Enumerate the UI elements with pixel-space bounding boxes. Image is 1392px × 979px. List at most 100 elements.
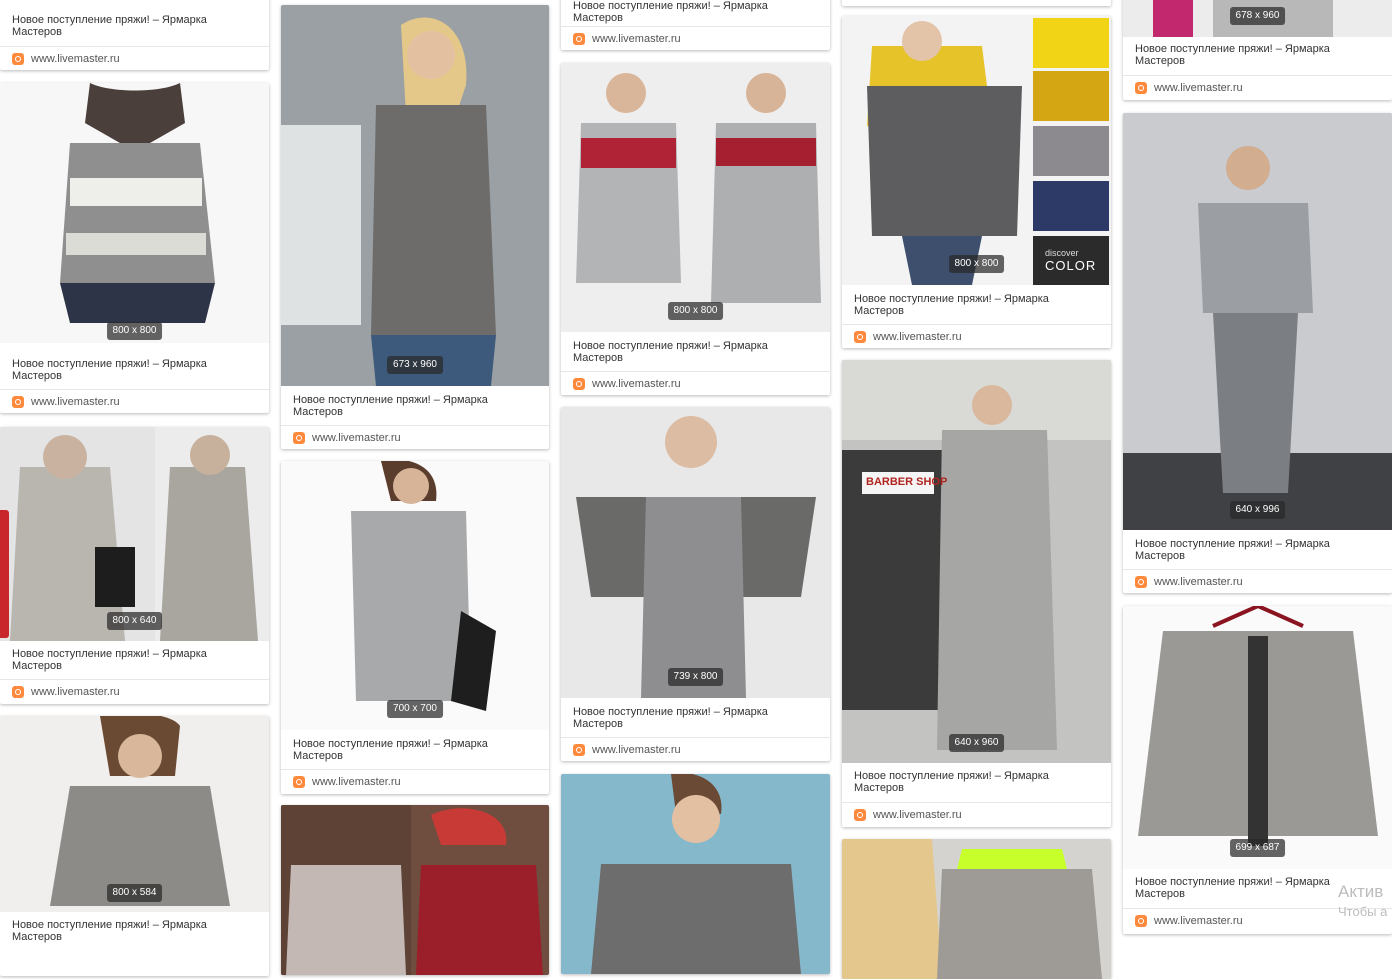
pin-image[interactable]: 640 x 996 [1123, 113, 1392, 530]
pin-title: Новое поступление пряжи! – Ярмарка Масте… [854, 770, 1049, 794]
livemaster-favicon-icon [293, 776, 305, 788]
pin-title: Новое поступление пряжи! – Ярмарка Масте… [12, 919, 207, 943]
feedback-side-tab[interactable] [0, 510, 9, 638]
pin-source[interactable]: www.livemaster.ru [561, 737, 830, 761]
pin-card[interactable]: 673 x 960 Новое поступление пряжи! – Ярм… [281, 5, 549, 449]
sweater-dress-photo [281, 461, 549, 730]
pin-card[interactable]: 800 x 640 Новое поступление пряжи! – Ярм… [0, 427, 269, 704]
pin-card[interactable] [281, 805, 549, 975]
palette-swatch-dark: discover COLOR [1033, 236, 1109, 285]
source-domain: www.livemaster.ru [1154, 915, 1243, 927]
pin-card[interactable]: 800 x 584 Новое поступление пряжи! – Ярм… [0, 716, 269, 976]
windows-activation-watermark: Актив Чтобы а [1338, 882, 1387, 922]
watermark-line2: Чтобы а [1338, 904, 1388, 919]
pin-image[interactable] [281, 805, 549, 975]
source-domain: www.livemaster.ru [31, 396, 120, 408]
long-cardigan-street-photo [842, 360, 1111, 763]
pin-title: Новое поступление пряжи! – Ярмарка Масте… [1135, 538, 1330, 562]
pin-card[interactable] [561, 774, 830, 974]
pin-source[interactable]: www.livemaster.ru [1123, 569, 1392, 593]
pin-card[interactable] [842, 0, 1111, 6]
pin-image[interactable]: BARBER SHOP 640 x 960 [842, 360, 1111, 763]
image-dimensions: 673 x 960 [387, 356, 443, 374]
pin-card[interactable]: Новое поступление пряжи! – Ярмарка Масте… [0, 0, 269, 70]
source-domain: www.livemaster.ru [31, 686, 120, 698]
pin-image[interactable]: 800 x 584 [0, 716, 269, 912]
livemaster-favicon-icon [12, 53, 24, 65]
pin-source[interactable]: www.livemaster.ru [1123, 75, 1392, 100]
cable-sweater-photo [281, 5, 549, 386]
pin-image[interactable]: 678 x 960 [1123, 0, 1392, 37]
off-shoulder-top-photo [1123, 113, 1392, 530]
pin-card[interactable]: 700 x 700 Новое поступление пряжи! – Ярм… [281, 461, 549, 794]
livemaster-favicon-icon [573, 33, 585, 45]
pullover-photo [0, 716, 269, 912]
pin-source[interactable]: www.livemaster.ru [0, 389, 269, 413]
livemaster-favicon-icon [12, 396, 24, 408]
pin-image[interactable] [561, 774, 830, 974]
source-domain: www.livemaster.ru [312, 432, 401, 444]
knit-coat-photo [0, 427, 269, 641]
source-domain: www.livemaster.ru [31, 53, 120, 65]
pin-source[interactable]: www.livemaster.ru [561, 371, 830, 395]
image-dimensions: 800 x 800 [667, 302, 724, 320]
pin-image[interactable]: 800 x 800 [0, 83, 269, 343]
pin-image[interactable] [842, 839, 1111, 979]
pin-title: Новое поступление пряжи! – Ярмарка Масте… [293, 394, 488, 418]
livemaster-favicon-icon [1135, 915, 1147, 927]
pin-card[interactable]: 640 x 996 Новое поступление пряжи! – Ярм… [1123, 113, 1392, 593]
pin-image[interactable]: 700 x 700 [281, 461, 549, 730]
pin-image[interactable]: 800 x 640 [0, 427, 269, 641]
pin-image[interactable]: 673 x 960 [281, 5, 549, 386]
palette-swatch-yellow [1033, 18, 1109, 68]
pin-card[interactable]: 800 x 800 discover COLOR Новое поступлен… [842, 16, 1111, 348]
fairisle-cardigan-photo [561, 63, 830, 332]
image-dimensions: 700 x 700 [387, 700, 443, 718]
livemaster-favicon-icon [573, 744, 585, 756]
image-dimensions: 800 x 800 [106, 322, 163, 340]
pin-card[interactable]: BARBER SHOP 640 x 960 Новое поступление … [842, 360, 1111, 827]
pin-card[interactable]: 800 x 800 Новое поступление пряжи! – Ярм… [561, 63, 830, 395]
pin-title: Новое поступление пряжи! – Ярмарка Масте… [1135, 43, 1330, 67]
livemaster-favicon-icon [854, 331, 866, 343]
oversized-cardigan-photo [561, 774, 830, 974]
source-domain: www.livemaster.ru [873, 809, 962, 821]
pin-image[interactable]: 699 x 687 [1123, 606, 1392, 869]
pin-title: Новое поступление пряжи! – Ярмарка Масте… [12, 358, 207, 382]
source-domain: www.livemaster.ru [592, 378, 681, 390]
livemaster-favicon-icon [1135, 82, 1147, 94]
livemaster-favicon-icon [1135, 576, 1147, 588]
image-dimensions: 640 x 960 [948, 734, 1005, 752]
color-palette: discover COLOR [1031, 16, 1111, 285]
pin-source[interactable]: www.livemaster.ru [561, 26, 830, 50]
pin-image[interactable]: 739 x 800 [561, 407, 830, 698]
pin-title: Новое поступление пряжи! – Ярмарка Масте… [573, 340, 768, 364]
source-domain: www.livemaster.ru [1154, 82, 1243, 94]
pin-source[interactable]: www.livemaster.ru [0, 46, 269, 70]
pin-title: Новое поступление пряжи! – Ярмарка Масте… [12, 14, 207, 38]
barber-shop-sign: BARBER SHOP [866, 476, 948, 488]
sweater-photo [0, 83, 269, 343]
pin-card[interactable]: Новое поступление пряжи! – Ярмарка Масте… [561, 0, 830, 50]
pin-image[interactable]: 800 x 800 [561, 63, 830, 332]
pin-source[interactable]: www.livemaster.ru [842, 324, 1111, 348]
image-dimensions: 678 x 960 [1229, 7, 1286, 25]
image-dimensions: 640 x 996 [1229, 501, 1286, 519]
image-dimensions: 800 x 640 [106, 612, 163, 630]
pin-source[interactable]: www.livemaster.ru [281, 425, 549, 449]
pin-source[interactable]: www.livemaster.ru [281, 769, 549, 794]
neon-collar-sweater-photo [842, 839, 1111, 979]
pin-card[interactable]: 678 x 960 Новое поступление пряжи! – Ярм… [1123, 0, 1392, 100]
pin-title: Новое поступление пряжи! – Ярмарка Масте… [293, 738, 488, 762]
palette-label-small: discover [1045, 248, 1079, 258]
pin-source[interactable]: www.livemaster.ru [842, 802, 1111, 827]
livemaster-favicon-icon [573, 378, 585, 390]
palette-swatch-navy [1033, 181, 1109, 231]
source-domain: www.livemaster.ru [1154, 576, 1243, 588]
pin-card[interactable]: 800 x 800 Новое поступление пряжи! – Ярм… [0, 83, 269, 413]
shrug-cardigan-photo [561, 407, 830, 698]
image-dimensions: 800 x 584 [106, 884, 163, 902]
pin-source[interactable]: www.livemaster.ru [0, 679, 269, 704]
pin-card[interactable]: 739 x 800 Новое поступление пряжи! – Ярм… [561, 407, 830, 761]
pin-card[interactable] [842, 839, 1111, 979]
